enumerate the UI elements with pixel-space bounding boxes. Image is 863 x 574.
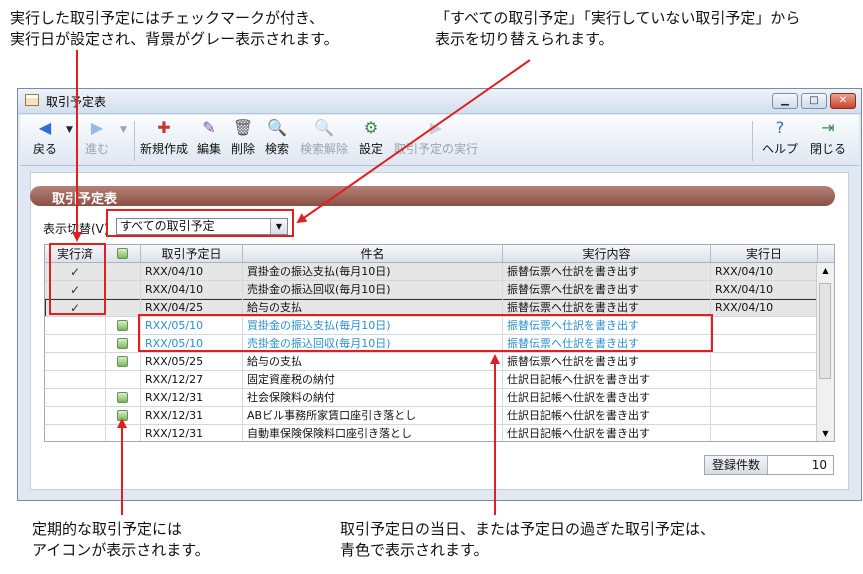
arrow-filter [296,59,531,224]
annotation-arrows [72,50,531,515]
